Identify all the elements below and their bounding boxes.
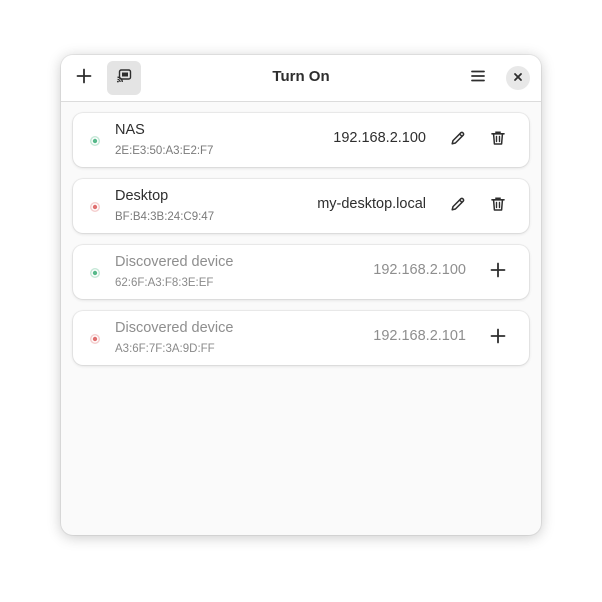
device-row-desktop[interactable]: Desktop BF:B4:3B:24:C9:47 my-desktop.loc… [73, 179, 529, 233]
device-mac-address: 2E:E3:50:A3:E2:F7 [115, 145, 214, 157]
status-online-icon [89, 134, 101, 146]
plus-icon [490, 328, 506, 349]
add-discovered-device-button[interactable] [484, 258, 512, 286]
close-button[interactable] [506, 66, 530, 90]
add-discovered-device-button[interactable] [484, 324, 512, 352]
device-name: Discovered device [115, 320, 234, 336]
device-address: 192.168.2.100 [333, 130, 426, 146]
device-address: my-desktop.local [317, 196, 426, 212]
hamburger-menu-icon [470, 68, 486, 89]
discovered-device-row[interactable]: Discovered device 62:6F:A3:F8:3E:EF 192.… [73, 245, 529, 299]
device-mac-address: A3:6F:7F:3A:9D:FF [115, 343, 215, 355]
close-icon [513, 69, 523, 87]
device-mac-address: 62:6F:A3:F8:3E:EF [115, 277, 214, 289]
pencil-icon [450, 130, 466, 151]
main-menu-button[interactable] [461, 61, 495, 95]
device-name: Desktop [115, 188, 169, 204]
device-address: 192.168.2.100 [373, 262, 466, 278]
delete-device-button[interactable] [484, 192, 512, 220]
trash-icon [490, 130, 506, 151]
edit-device-button[interactable] [444, 192, 472, 220]
device-row-nas[interactable]: NAS 2E:E3:50:A3:E2:F7 192.168.2.100 [73, 113, 529, 167]
device-list: NAS 2E:E3:50:A3:E2:F7 192.168.2.100 Desk… [73, 113, 529, 377]
device-mac-address: BF:B4:3B:24:C9:47 [115, 211, 215, 223]
status-online-icon [89, 266, 101, 278]
trash-icon [490, 196, 506, 217]
delete-device-button[interactable] [484, 126, 512, 154]
app-window: Turn On NAS 2E:E3:50:A3:E2:F7 192.168.2.… [61, 55, 541, 535]
device-name: NAS [115, 122, 145, 138]
pencil-icon [450, 196, 466, 217]
edit-device-button[interactable] [444, 126, 472, 154]
header-bar: Turn On [61, 55, 541, 102]
device-name: Discovered device [115, 254, 234, 270]
device-address: 192.168.2.101 [373, 328, 466, 344]
status-offline-icon [89, 332, 101, 344]
status-offline-icon [89, 200, 101, 212]
plus-icon [490, 262, 506, 283]
discovered-device-row[interactable]: Discovered device A3:6F:7F:3A:9D:FF 192.… [73, 311, 529, 365]
